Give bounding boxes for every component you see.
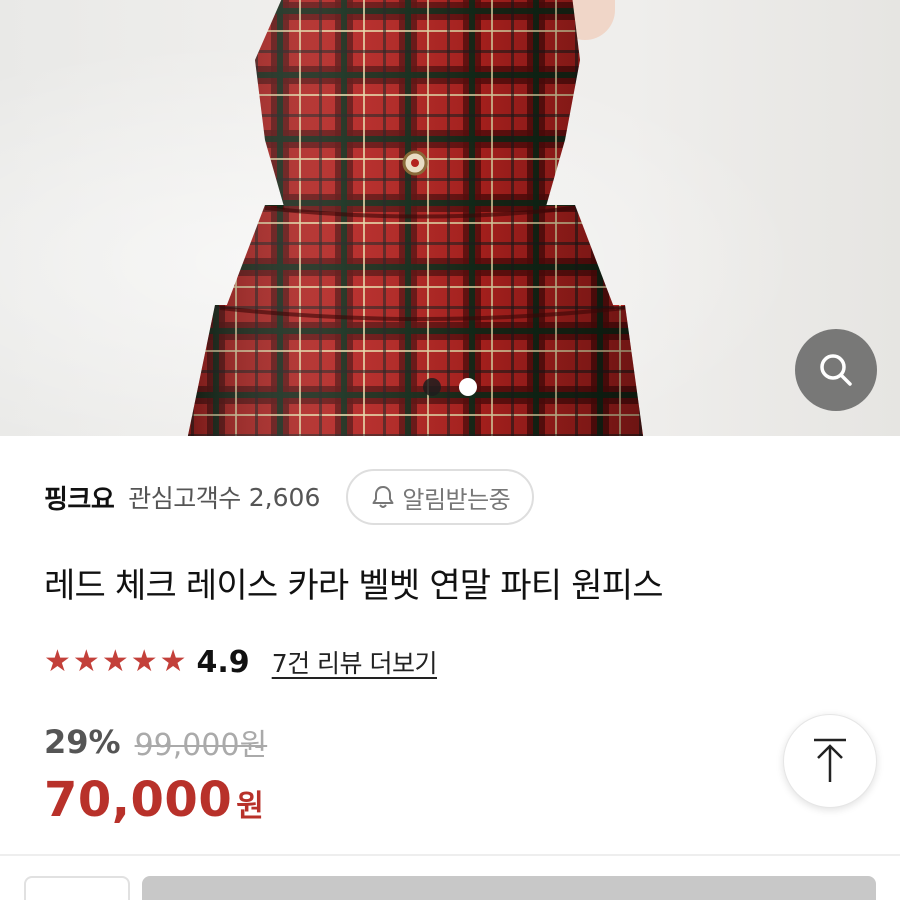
product-title: 레드 체크 레이스 카라 벨벳 연말 파티 원피스 xyxy=(44,566,664,606)
original-price: 99,000원 xyxy=(134,728,268,763)
review-link[interactable]: 7건 리뷰 더보기 xyxy=(272,644,438,680)
alarm-label: 알림받는중 xyxy=(402,485,511,514)
scroll-top-button[interactable] xyxy=(783,714,877,808)
rating-value: 4.9 xyxy=(196,644,250,680)
purchase-button[interactable] xyxy=(142,876,876,900)
bell-icon xyxy=(372,486,394,508)
discount-rate: 29% xyxy=(44,723,121,761)
product-image[interactable] xyxy=(0,0,900,436)
follower-count: 2,606 xyxy=(248,482,321,512)
rating-stars: ★ ★ ★ ★ ★ xyxy=(44,647,187,677)
zoom-button[interactable] xyxy=(795,329,877,411)
product-info-panel: 핑크요 관심고객수 2,606 알림받는중 레드 체크 레이스 카라 벨벳 연말… xyxy=(0,436,900,900)
star-icon: ★ xyxy=(130,644,158,679)
sale-price: 70,000 xyxy=(44,772,233,828)
plaid-dress-image xyxy=(187,0,644,436)
bottom-action-bar xyxy=(0,872,900,900)
rating-row: ★ ★ ★ ★ ★ 4.9 7건 리뷰 더보기 xyxy=(44,642,438,682)
sale-price-unit: 원 xyxy=(236,789,264,824)
carousel-dot-active[interactable] xyxy=(459,378,477,396)
star-icon: ★ xyxy=(72,644,100,679)
follower-label: 관심고객수 xyxy=(128,484,241,513)
carousel-indicator xyxy=(0,378,900,398)
alarm-button[interactable]: 알림받는중 xyxy=(346,469,535,525)
divider xyxy=(0,854,900,856)
star-icon: ★ xyxy=(101,644,129,679)
wishlist-button[interactable] xyxy=(24,876,130,900)
star-icon: ★ xyxy=(159,644,187,679)
store-name[interactable]: 핑크요 xyxy=(44,479,115,516)
discount-row: 29% 99,000원 xyxy=(44,720,267,764)
price-row: 70,000 원 xyxy=(44,772,264,828)
store-row: 핑크요 관심고객수 2,606 알림받는중 xyxy=(44,468,535,526)
arrow-up-icon xyxy=(814,738,846,782)
star-icon: ★ xyxy=(44,644,71,679)
carousel-dot[interactable] xyxy=(423,378,441,396)
search-icon xyxy=(820,354,852,386)
